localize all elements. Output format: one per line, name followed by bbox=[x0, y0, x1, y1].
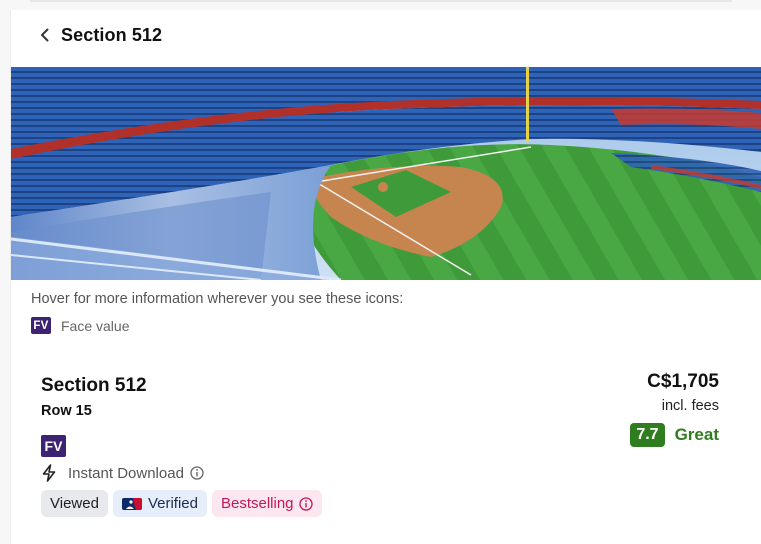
seat-view-image bbox=[11, 67, 761, 280]
price-fees-note: incl. fees bbox=[661, 398, 719, 414]
delivery-method: Instant Download bbox=[41, 464, 204, 482]
mlb-logo-icon bbox=[121, 497, 142, 510]
viewed-badge: Viewed bbox=[41, 490, 108, 517]
page-title: Section 512 bbox=[61, 24, 163, 45]
face-value-label: Face value bbox=[61, 317, 130, 334]
viewed-badge-label: Viewed bbox=[50, 495, 99, 512]
info-icon[interactable] bbox=[298, 496, 313, 511]
deal-score: 7.7 bbox=[630, 423, 665, 447]
listing-panel: Section 512 Hover for more information w… bbox=[10, 10, 761, 544]
ticket-price: C$1,705 bbox=[647, 371, 719, 392]
verified-badge-label: Verified bbox=[147, 495, 198, 512]
delivery-label: Instant Download bbox=[68, 464, 184, 482]
listing-badges: Viewed Verified Bestselling bbox=[41, 490, 322, 517]
header: Section 512 bbox=[35, 22, 162, 48]
bolt-icon bbox=[42, 464, 56, 482]
row-name: Row 15 bbox=[41, 403, 92, 419]
deal-score-label: Great bbox=[674, 425, 719, 444]
face-value-icon[interactable]: FV bbox=[31, 317, 51, 334]
legend-face-value: FV Face value bbox=[31, 317, 129, 334]
face-value-icon[interactable]: FV bbox=[41, 435, 66, 457]
top-divider bbox=[30, 0, 732, 2]
hover-hint-text: Hover for more information wherever you … bbox=[31, 291, 404, 307]
bestselling-badge-label: Bestselling bbox=[220, 495, 294, 512]
bestselling-badge: Bestselling bbox=[211, 490, 322, 517]
back-button[interactable] bbox=[35, 25, 55, 45]
info-icon[interactable] bbox=[190, 466, 204, 480]
deal-rating: 7.7 Great bbox=[630, 423, 719, 447]
verified-badge: Verified bbox=[112, 490, 207, 517]
chevron-left-icon bbox=[41, 28, 49, 42]
section-name: Section 512 bbox=[41, 375, 147, 396]
